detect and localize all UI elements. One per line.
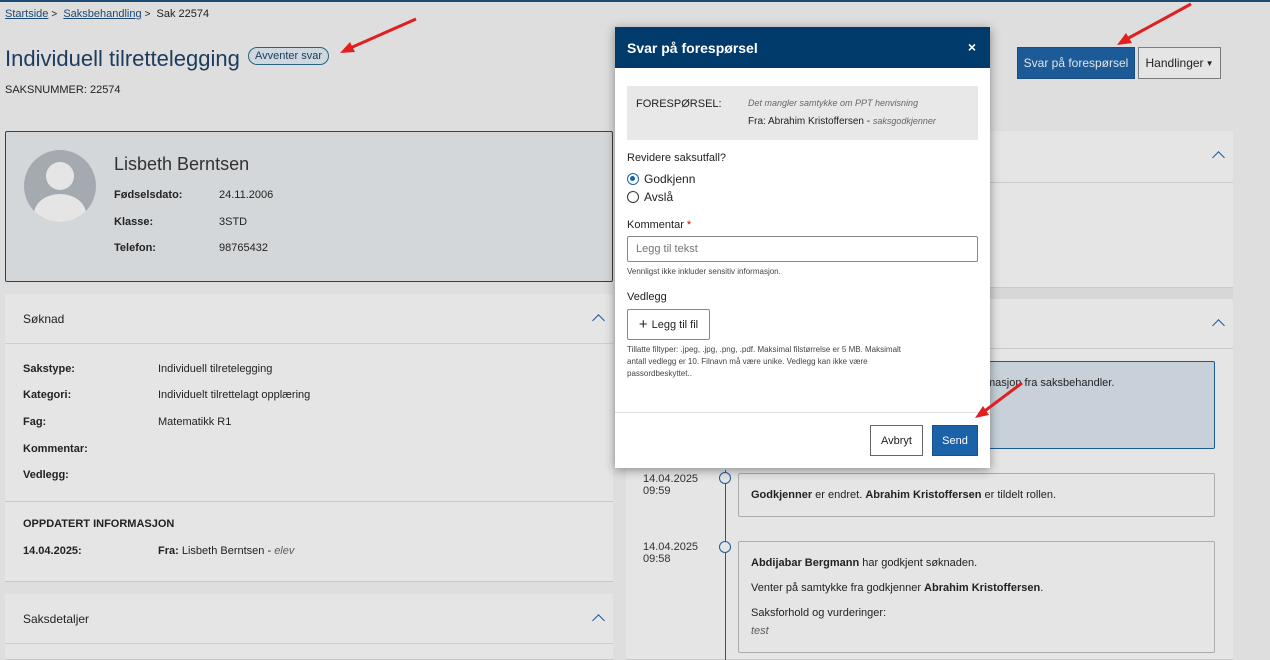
request-info-box: FORESPØRSEL: Det mangler samtykke om PPT… — [627, 86, 978, 140]
add-file-label: Legg til fil — [651, 318, 699, 331]
attachments-label: Vedlegg — [627, 291, 667, 303]
request-from-label: Fra: Abrahim Kristoffersen - — [748, 116, 873, 127]
comment-hint: Vennligst ikke inkluder sensitiv informa… — [627, 267, 781, 276]
annotation-arrow-icon — [1117, 2, 1192, 45]
annotation-arrow-icon — [340, 17, 417, 53]
comment-field-label: Kommentar * — [627, 219, 691, 231]
file-type-hint-line-3: passordbeskyttet.. — [627, 369, 692, 378]
add-file-button[interactable]: + Legg til fil — [627, 309, 710, 340]
respond-request-modal: Svar på forespørsel × FORESPØRSEL: Det m… — [615, 27, 990, 468]
file-type-hint-line-2: antall vedlegg er 10. Filnavn må være un… — [627, 357, 868, 366]
revise-outcome-label: Revidere saksutfall? — [627, 152, 727, 164]
request-text: Det mangler samtykke om PPT henvisning — [748, 98, 919, 108]
comment-label-text: Kommentar — [627, 219, 684, 231]
close-icon[interactable]: × — [968, 39, 976, 55]
reject-label[interactable]: Avslå — [644, 190, 673, 204]
required-mark: * — [686, 219, 692, 231]
approve-label[interactable]: Godkjenn — [644, 172, 695, 186]
reject-radio[interactable] — [627, 191, 639, 203]
request-label: FORESPØRSEL: — [636, 98, 722, 110]
modal-title: Svar på forespørsel — [627, 40, 758, 56]
request-from: Fra: Abrahim Kristoffersen - saksgodkjen… — [748, 116, 936, 127]
request-from-role: saksgodkjenner — [872, 116, 936, 126]
file-type-hint-line-1: Tillatte filtyper: .jpeg, .jpg, .png, .p… — [627, 345, 902, 354]
approve-radio[interactable] — [627, 173, 639, 185]
annotation-arrow-icon — [975, 381, 1023, 418]
modal-footer-divider — [615, 412, 990, 413]
plus-icon: + — [638, 315, 648, 333]
cancel-button[interactable]: Avbryt — [870, 425, 923, 456]
modal-header: Svar på forespørsel × — [615, 27, 990, 68]
send-button[interactable]: Send — [932, 425, 978, 456]
comment-input[interactable] — [627, 236, 978, 262]
page: Startside > Saksbehandling > Sak 22574 Ind… — [0, 0, 1270, 660]
